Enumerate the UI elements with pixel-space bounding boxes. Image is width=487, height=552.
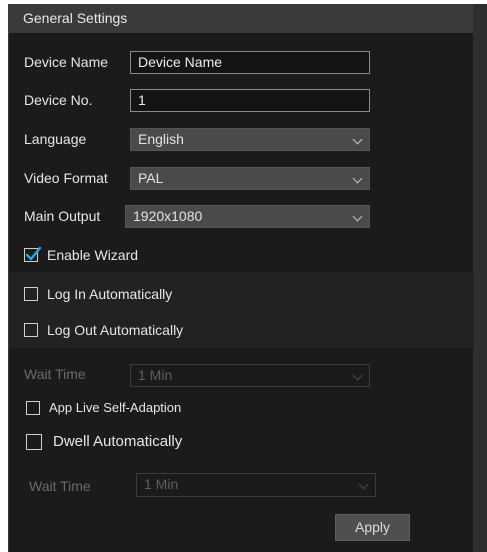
panel-title: General Settings	[9, 4, 487, 33]
log-in-automatically-checkbox[interactable]	[24, 287, 38, 301]
wait-time-label: Wait Time	[24, 366, 86, 382]
language-label: Language	[24, 131, 87, 147]
video-format-label: Video Format	[24, 170, 108, 186]
device-no-label: Device No.	[24, 92, 93, 108]
log-in-automatically-label: Log In Automatically	[47, 286, 173, 302]
app-live-self-adaption-checkbox[interactable]	[26, 401, 40, 415]
device-no-input[interactable]: 1	[130, 89, 370, 112]
language-value: English	[138, 131, 184, 147]
apply-button[interactable]: Apply	[335, 514, 410, 541]
enable-wizard-label: Enable Wizard	[47, 247, 139, 263]
dwell-wait-time-label: Wait Time	[29, 478, 91, 494]
video-format-value: PAL	[138, 170, 164, 186]
device-name-input[interactable]: Device Name	[130, 51, 370, 74]
main-output-select[interactable]: 1920x1080	[125, 205, 370, 228]
chevron-down-icon	[358, 479, 369, 490]
wait-time-value: 1 Min	[138, 367, 173, 383]
dwell-wait-time-value: 1 Min	[144, 476, 179, 492]
log-out-automatically-label: Log Out Automatically	[47, 322, 184, 338]
video-format-select[interactable]: PAL	[130, 167, 370, 190]
dwell-automatically-label: Dwell Automatically	[53, 433, 183, 450]
main-output-value: 1920x1080	[133, 208, 203, 224]
dwell-wait-time-select: 1 Min	[136, 473, 376, 497]
language-select[interactable]: English	[130, 128, 370, 151]
log-out-automatically-checkbox[interactable]	[24, 323, 38, 337]
chevron-down-icon	[352, 134, 363, 145]
main-output-label: Main Output	[24, 208, 101, 224]
chevron-down-icon	[352, 173, 363, 184]
chevron-down-icon	[352, 370, 363, 381]
general-settings-panel: General Settings Device Name Device Name…	[8, 4, 487, 552]
enable-wizard-checkbox[interactable]	[24, 246, 42, 262]
chevron-down-icon	[352, 211, 363, 222]
checkmark-icon	[25, 246, 42, 261]
app-live-self-adaption-label: App Live Self-Adaption	[49, 400, 182, 415]
dwell-automatically-checkbox[interactable]	[26, 434, 42, 450]
wait-time-select: 1 Min	[130, 364, 370, 387]
device-name-label: Device Name	[24, 54, 109, 70]
scrollbar[interactable]	[473, 4, 487, 552]
